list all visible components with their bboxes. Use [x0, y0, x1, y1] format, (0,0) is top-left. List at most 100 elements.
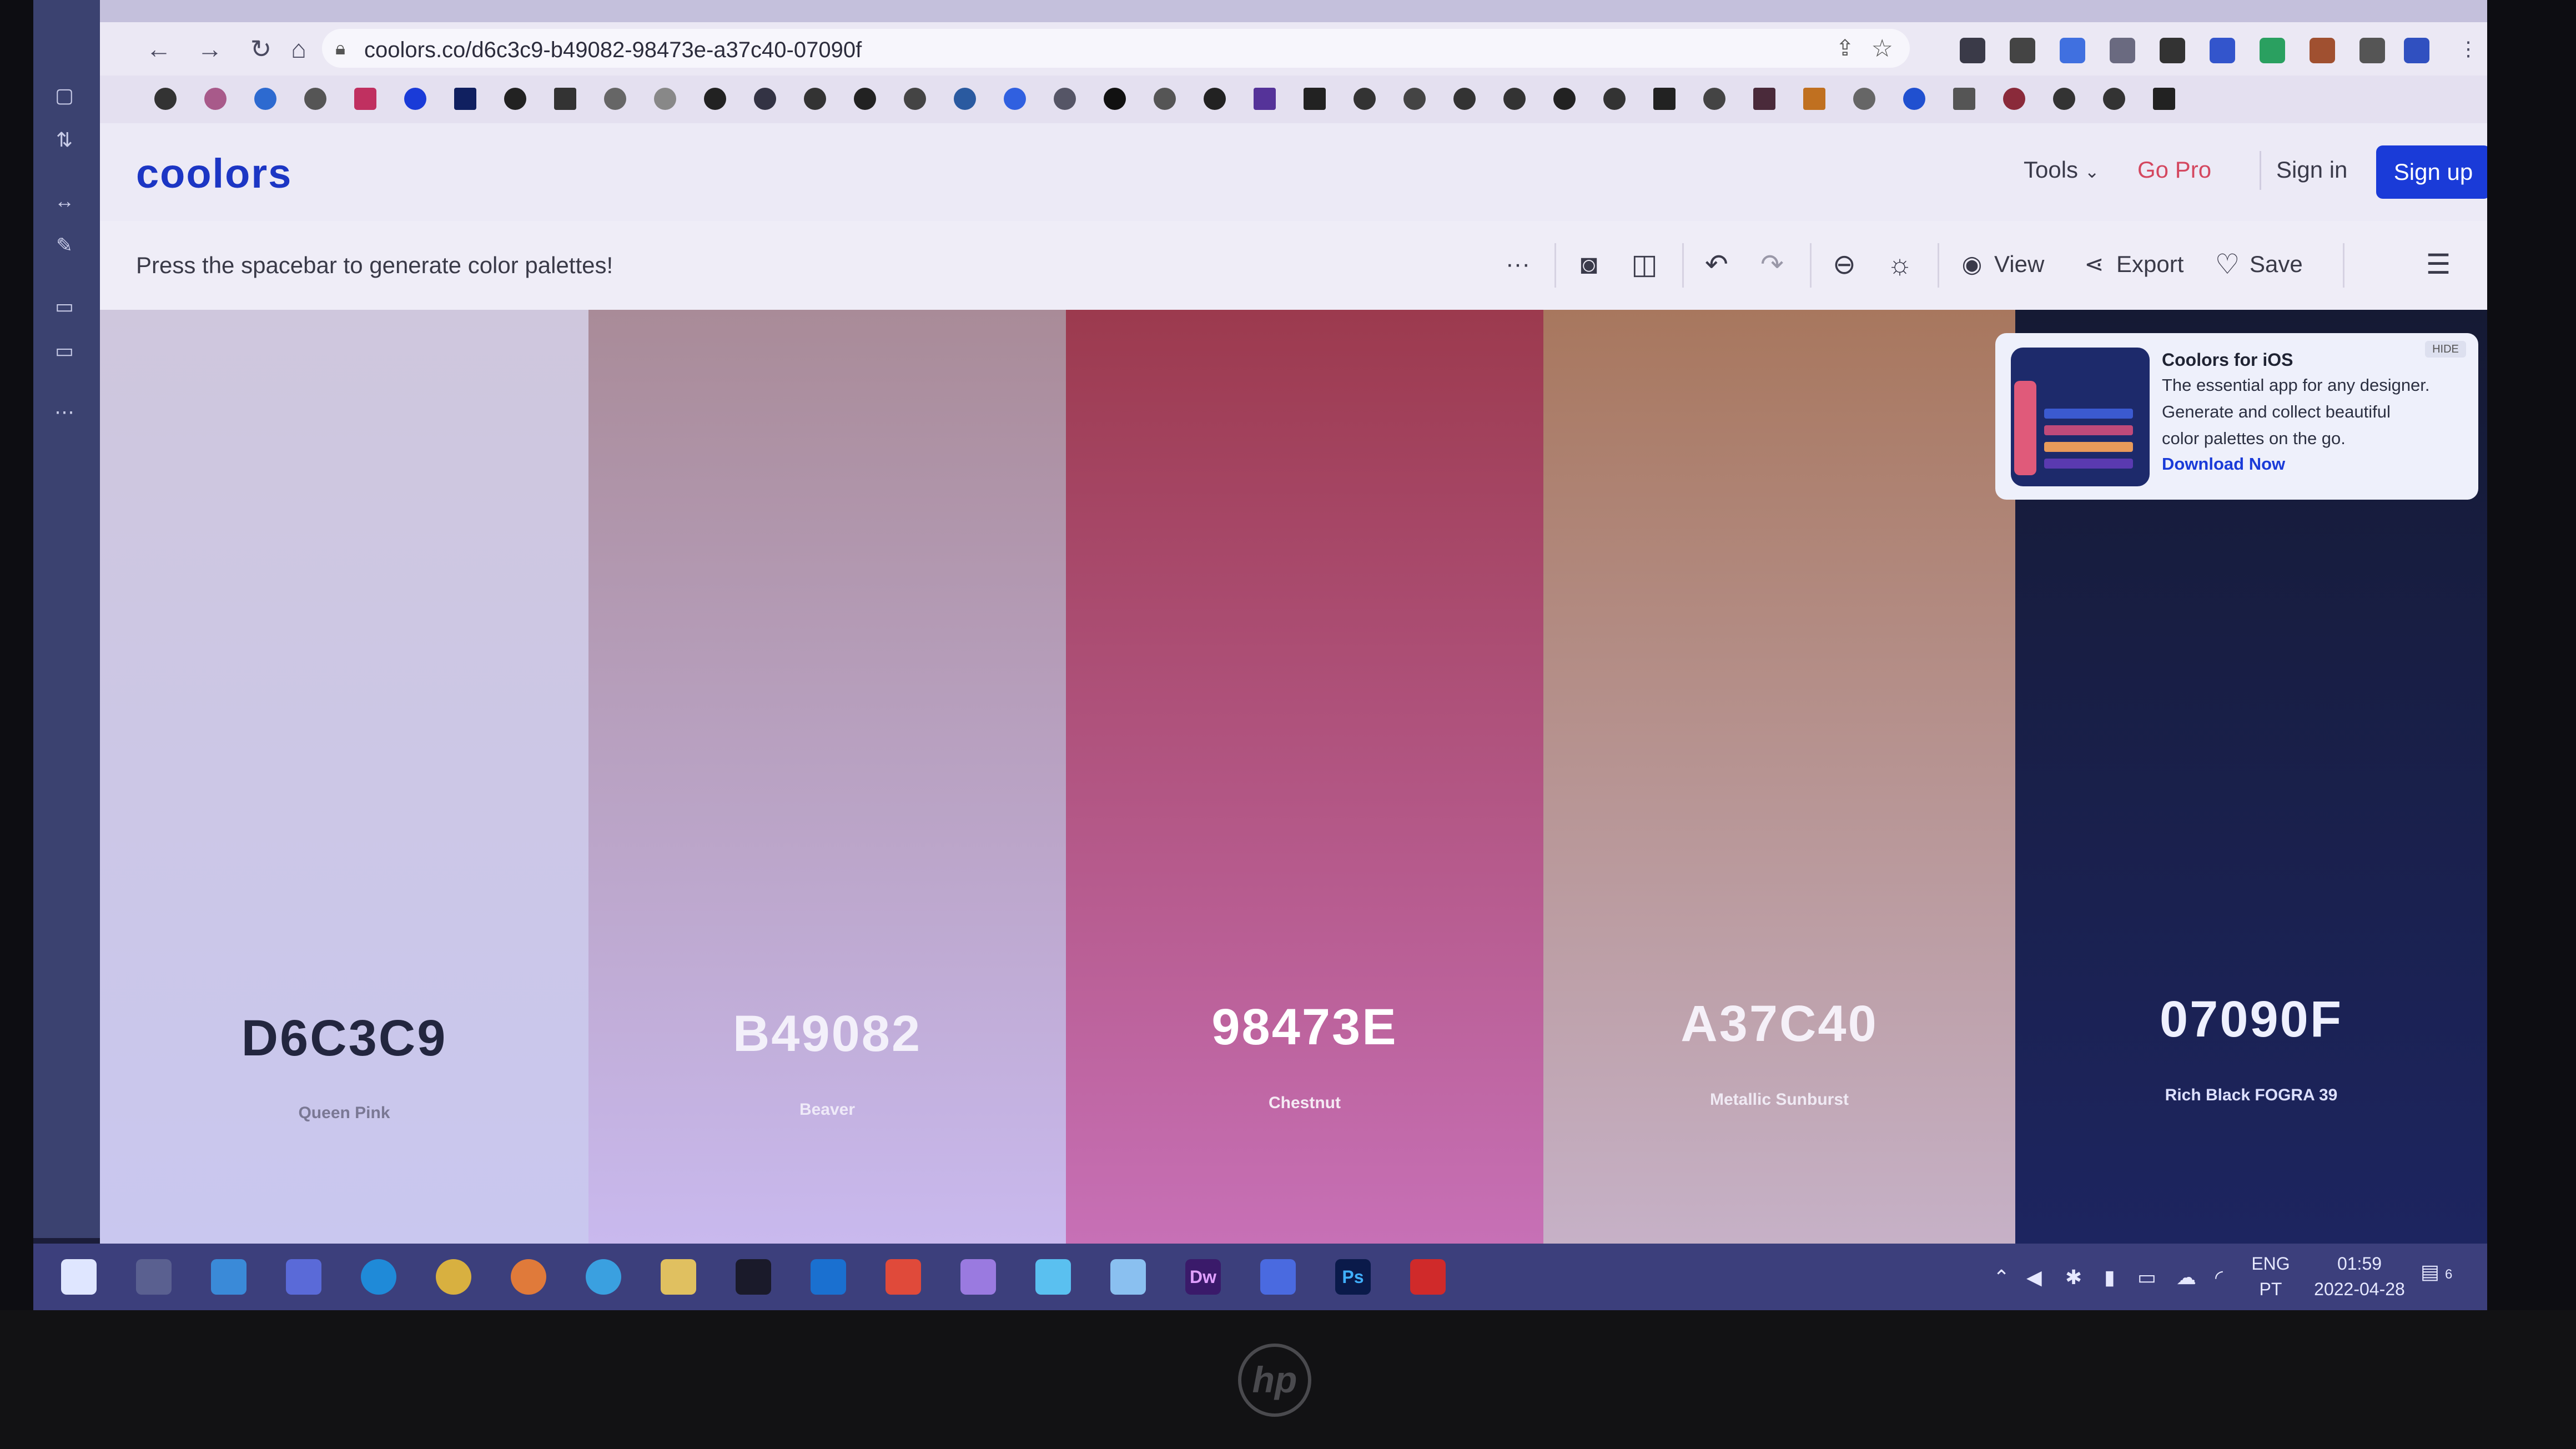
redo-icon[interactable]: ↷ [1754, 246, 1790, 282]
paint-icon[interactable] [960, 1259, 996, 1295]
bookmark-icon[interactable] [804, 88, 826, 110]
bookmark-icon[interactable] [1853, 88, 1875, 110]
acrobat-icon[interactable] [1410, 1259, 1446, 1295]
dreamweaver-icon[interactable]: Dw [1185, 1259, 1221, 1295]
bookmark-icon[interactable] [754, 88, 776, 110]
cloud-icon[interactable]: ☁ [2176, 1266, 2196, 1289]
task-view-icon[interactable] [136, 1259, 172, 1295]
extension-icon[interactable] [2110, 38, 2135, 63]
bookmark-icon[interactable] [304, 88, 326, 110]
reload-icon[interactable]: ↻ [246, 34, 275, 63]
more-icon[interactable]: ⋯ [52, 400, 77, 424]
bookmark-icon[interactable] [1503, 88, 1526, 110]
file-explorer-icon[interactable] [661, 1259, 696, 1295]
edit-icon[interactable]: ✎ [52, 233, 77, 258]
clock-time[interactable]: 01:59 [2315, 1254, 2404, 1274]
tools-menu[interactable]: Tools ⌄ [2024, 157, 2100, 183]
network-status-icon[interactable]: ✱ [2065, 1266, 2082, 1289]
bookmark-icon[interactable] [1354, 88, 1376, 110]
hide-button[interactable]: HIDE [2425, 341, 2466, 358]
swatch-hex[interactable]: B49082 [588, 1005, 1066, 1063]
lock-icon[interactable]: 🔒︎ [335, 38, 345, 59]
edge-icon[interactable] [361, 1259, 396, 1295]
extension-icon[interactable] [1960, 38, 1985, 63]
swatch-chestnut[interactable]: 98473E Chestnut [1066, 310, 1543, 1244]
bookmark-icon[interactable] [1304, 88, 1326, 110]
teams-icon[interactable] [286, 1259, 321, 1295]
bookmark-icon[interactable] [604, 88, 626, 110]
save-button[interactable]: Save [2250, 251, 2303, 278]
bookmark-icon[interactable] [354, 88, 376, 110]
region-indicator[interactable]: PT [2248, 1279, 2293, 1300]
layout-icon[interactable]: ◫ [1627, 246, 1662, 282]
menu-kebab-icon[interactable]: ⋮ [2454, 34, 2483, 63]
bookmark-icon[interactable] [1553, 88, 1576, 110]
extension-icon[interactable] [2359, 38, 2385, 63]
bookmark-icon[interactable] [1453, 88, 1476, 110]
extension-icon[interactable] [2160, 38, 2185, 63]
bookmark-icon[interactable] [1653, 88, 1676, 110]
chevron-up-icon[interactable]: ⌃ [1993, 1266, 2010, 1289]
bookmark-icon[interactable] [1254, 88, 1276, 110]
bookmark-icon[interactable] [154, 88, 177, 110]
extension-icon[interactable] [2210, 38, 2235, 63]
bookmark-icon[interactable] [1054, 88, 1076, 110]
bookmark-icon[interactable] [204, 88, 227, 110]
bookmark-icon[interactable] [1953, 88, 1975, 110]
outlook-icon[interactable] [811, 1259, 846, 1295]
bookmark-icon[interactable] [504, 88, 526, 110]
wifi-icon[interactable]: ◜ [2215, 1266, 2223, 1289]
share-icon[interactable]: ⇪ [1835, 36, 1854, 61]
bookmark-icon[interactable] [2153, 88, 2175, 110]
notepad-icon[interactable] [1035, 1259, 1071, 1295]
brightness-icon[interactable]: ☼ [1882, 246, 1918, 282]
coolors-logo[interactable]: coolors [136, 150, 292, 197]
hamburger-menu-icon[interactable]: ☰ [2421, 246, 2456, 282]
notification-icon[interactable]: ▤ 6 [2421, 1260, 2452, 1284]
bookmark-icon[interactable] [1753, 88, 1775, 110]
camera-icon[interactable]: ◙ [1571, 246, 1607, 282]
sign-up-button[interactable]: Sign up [2376, 145, 2487, 199]
heart-icon[interactable]: ♡ [2210, 246, 2245, 282]
store-icon[interactable] [211, 1259, 246, 1295]
go-pro-link[interactable]: Go Pro [2137, 157, 2211, 183]
swatch-metallic-sunburst[interactable]: A37C40 Metallic Sunburst [1543, 310, 2015, 1244]
swatch-queen-pink[interactable]: D6C3C9 Queen Pink [100, 310, 588, 1244]
download-now-link[interactable]: Download Now [2162, 454, 2285, 474]
start-icon[interactable] [61, 1259, 97, 1295]
view-button[interactable]: View [1994, 251, 2044, 278]
bookmark-icon[interactable] [654, 88, 676, 110]
export-button[interactable]: Export [2116, 251, 2183, 278]
url-text[interactable]: coolors.co/d6c3c9-b49082-98473e-a37c40-0… [364, 38, 862, 63]
extension-icon[interactable] [2060, 38, 2085, 63]
bookmark-icon[interactable] [254, 88, 276, 110]
firefox-icon[interactable] [511, 1259, 546, 1295]
bookmark-icon[interactable] [404, 88, 426, 110]
extension-icon[interactable] [2260, 38, 2285, 63]
bookmark-icon[interactable] [904, 88, 926, 110]
bookmark-icon[interactable] [854, 88, 876, 110]
photoshop-icon[interactable]: Ps [1335, 1259, 1371, 1295]
extension-icon[interactable] [2404, 38, 2429, 63]
bookmark-icon[interactable] [2053, 88, 2075, 110]
extension-icon[interactable] [2310, 38, 2335, 63]
swatch-hex[interactable]: 07090F [2015, 990, 2487, 1049]
sign-in-link[interactable]: Sign in [2276, 157, 2347, 183]
bookmark-icon[interactable] [1903, 88, 1925, 110]
terminal-icon[interactable] [736, 1259, 771, 1295]
bookmark-icon[interactable] [554, 88, 576, 110]
move-icon[interactable]: ↔ [52, 189, 77, 213]
swatch-beaver[interactable]: B49082 Beaver [588, 310, 1066, 1244]
swatch-hex[interactable]: D6C3C9 [100, 1009, 588, 1068]
more-options-icon[interactable]: ··· [1500, 246, 1536, 282]
language-indicator[interactable]: ENG [2248, 1254, 2293, 1274]
sort-icon[interactable]: ⇅ [52, 128, 77, 152]
teams-chat-icon[interactable] [1260, 1259, 1296, 1295]
clock-date[interactable]: 2022-04-28 [2310, 1279, 2409, 1300]
bookmark-icon[interactable] [1104, 88, 1126, 110]
bookmark-icon[interactable] [454, 88, 476, 110]
bookmark-icon[interactable] [2103, 88, 2125, 110]
eye-icon[interactable]: ◉ [1954, 246, 1990, 282]
bookmark-icon[interactable] [1803, 88, 1825, 110]
files-icon[interactable] [1110, 1259, 1146, 1295]
